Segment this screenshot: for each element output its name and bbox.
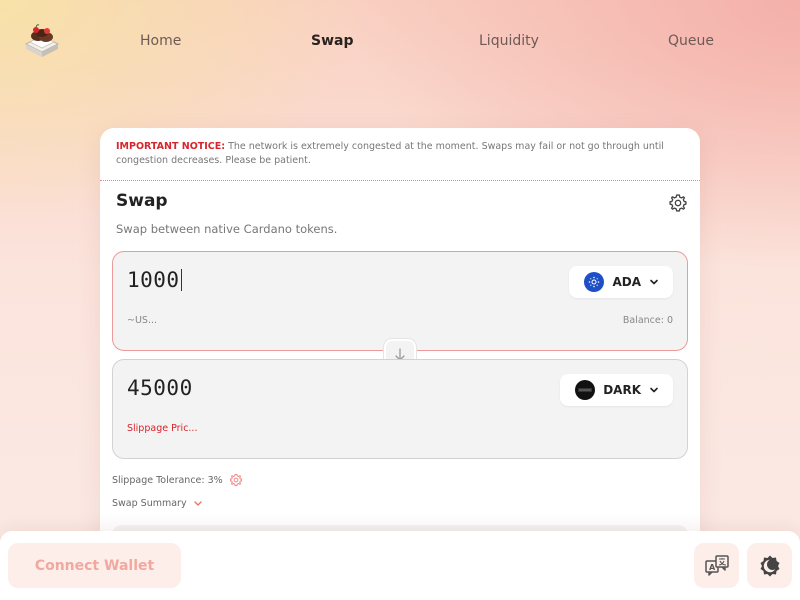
notice-title: IMPORTANT NOTICE: — [116, 141, 226, 152]
bottom-bar: Connect Wallet A — [0, 531, 800, 600]
to-amount-input[interactable]: 45000 — [127, 376, 193, 400]
chevron-down-icon — [193, 500, 202, 506]
app-logo[interactable] — [22, 22, 62, 60]
nav-home[interactable]: Home — [140, 33, 181, 49]
from-balance: Balance: 0 — [622, 315, 673, 326]
language-button[interactable]: A — [694, 543, 739, 588]
chevron-down-icon — [650, 279, 658, 285]
swap-title: Swap — [116, 191, 168, 211]
svg-text:A: A — [709, 563, 716, 572]
moon-icon — [760, 555, 779, 576]
slippage-price: Slippage Pric... — [127, 423, 198, 434]
settings-button[interactable] — [667, 192, 689, 214]
swap-card: IMPORTANT NOTICE: The network is extreme… — [100, 128, 700, 548]
chevron-down-icon — [650, 387, 658, 393]
slippage-tolerance-label: Slippage Tolerance: 3% — [112, 474, 223, 486]
from-usd-value: ~US... — [127, 315, 158, 326]
theme-toggle-button[interactable] — [747, 543, 792, 588]
gear-icon — [669, 194, 687, 212]
from-amount-input[interactable]: 1000 — [127, 268, 182, 292]
swap-subtitle: Swap between native Cardano tokens. — [116, 222, 338, 236]
to-token-panel: 45000 DARK Slippage Pric... — [112, 359, 688, 459]
from-token-symbol: ADA — [612, 275, 641, 289]
from-amount-value: 1000 — [127, 268, 180, 292]
translate-icon: A — [704, 554, 729, 576]
nav-swap[interactable]: Swap — [311, 33, 354, 49]
cardano-icon — [584, 272, 605, 292]
from-token-panel: 1000 ADA ~US... Balance: 0 — [112, 251, 688, 351]
important-notice: IMPORTANT NOTICE: The network is extreme… — [100, 128, 700, 181]
slippage-tolerance: Slippage Tolerance: 3% — [112, 473, 243, 487]
from-token-select[interactable]: ADA — [569, 266, 673, 298]
nav-queue[interactable]: Queue — [668, 33, 714, 49]
to-token-symbol: DARK — [603, 383, 641, 397]
swap-summary-toggle[interactable]: Swap Summary — [112, 498, 203, 509]
text-caret — [180, 269, 182, 291]
connect-wallet-button[interactable]: Connect Wallet — [8, 543, 181, 588]
gear-icon[interactable] — [229, 473, 243, 487]
nav-liquidity[interactable]: Liquidity — [479, 33, 539, 49]
swap-summary-label: Swap Summary — [112, 498, 187, 509]
dark-token-icon — [575, 380, 596, 400]
to-token-select[interactable]: DARK — [560, 374, 673, 406]
